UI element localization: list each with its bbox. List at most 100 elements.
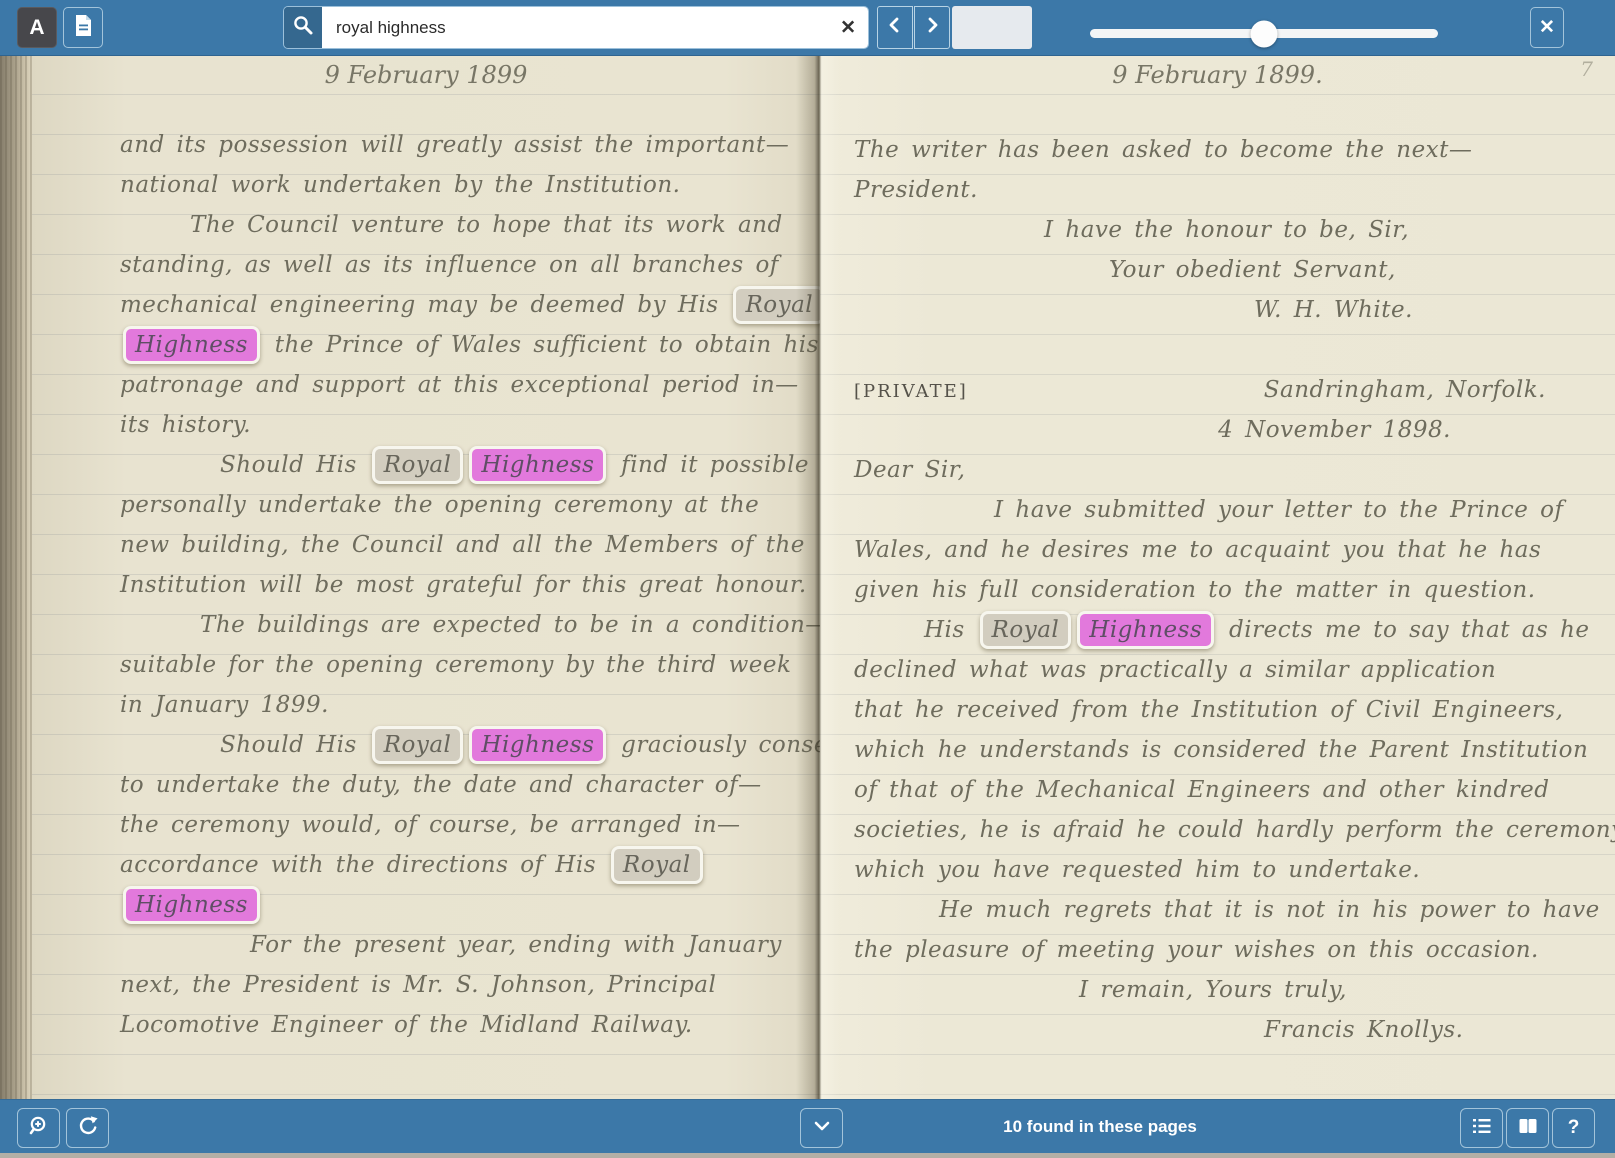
manuscript-line: suitable for the opening ceremony by the…: [120, 645, 814, 685]
manuscript-line: The Council venture to hope that its wor…: [120, 205, 814, 245]
next-result-button[interactable]: [914, 6, 950, 49]
document-view-button[interactable]: [63, 7, 103, 48]
manuscript-line: I have submitted your letter to the Prin…: [854, 490, 1571, 530]
manuscript-line: For the present year, ending with Januar…: [120, 925, 814, 965]
manuscript-text: Wales, and he desires me to acquaint you…: [854, 537, 1541, 563]
search-highlight-pink[interactable]: Highness: [469, 726, 606, 764]
manuscript-line: of that of the Mechanical Engineers and …: [854, 770, 1571, 810]
index-list-button[interactable]: [1460, 1108, 1503, 1148]
manuscript-text: W. H. White.: [1254, 297, 1413, 323]
manuscript-line: which you have requested him to undertak…: [854, 850, 1571, 890]
manuscript-line: the ceremony would, of course, be arrang…: [120, 805, 814, 845]
search-input[interactable]: [322, 7, 868, 48]
zoom-slider[interactable]: [1090, 29, 1438, 38]
manuscript-text: [PRIVATE]: [854, 372, 968, 412]
manuscript-text: Institution will be most grateful for th…: [120, 572, 807, 598]
window-bottom-edge: [0, 1153, 1615, 1158]
manuscript-line: that he received from the Institution of…: [854, 690, 1571, 730]
manuscript-text: the ceremony would, of course, be arrang…: [120, 812, 741, 838]
manuscript-text: standing, as well as its influence on al…: [120, 252, 779, 278]
manuscript-text: Francis Knollys.: [1264, 1017, 1464, 1043]
page-date-heading: 9 February 1899: [32, 55, 820, 95]
search-highlight-gray[interactable]: Royal: [733, 286, 820, 324]
top-toolbar: A ✕: [0, 0, 1615, 56]
manuscript-text: next, the President is Mr. S. Johnson, P…: [120, 972, 716, 998]
search-group: ✕: [283, 6, 869, 49]
search-highlight-pink[interactable]: Highness: [123, 326, 260, 364]
manuscript-text: I have submitted your letter to the Prin…: [994, 497, 1563, 523]
clear-search-icon[interactable]: ✕: [840, 18, 856, 37]
manuscript-line: The buildings are expected to be in a co…: [120, 605, 814, 645]
manuscript-text: The Council venture to hope that its wor…: [190, 212, 783, 238]
manuscript-text: of that of the Mechanical Engineers and …: [854, 777, 1550, 803]
manuscript-text: The buildings are expected to be in a co…: [200, 612, 820, 638]
chevron-left-icon: [886, 15, 904, 40]
previous-result-button[interactable]: [877, 6, 913, 49]
manuscript-text: find it possible to—: [609, 452, 820, 478]
manuscript-text: new building, the Council and all the Me…: [120, 532, 805, 558]
manuscript-left-page: 9 February 1899 and its possession will …: [32, 55, 820, 1100]
manuscript-line: personally undertake the opening ceremon…: [120, 485, 814, 525]
manuscript-text: which you have requested him to undertak…: [854, 857, 1420, 883]
manuscript-text: to undertake the duty, the date and char…: [120, 772, 762, 798]
manuscript-line: 4 November 1898.: [854, 410, 1571, 450]
manuscript-text: that he received from the Institution of…: [854, 697, 1564, 723]
manuscript-text: patronage and support at this exceptiona…: [120, 372, 799, 398]
manuscript-text: Should His: [220, 452, 369, 478]
manuscript-text: and its possession will greatly assist t…: [120, 132, 789, 158]
manuscript-text: Should His: [220, 732, 369, 758]
manuscript-text: the pleasure of meeting your wishes on t…: [854, 937, 1539, 963]
manuscript-text: 4 November 1898.: [1218, 410, 1451, 450]
page-date-heading: 9 February 1899.: [820, 55, 1615, 95]
zoom-in-icon: [28, 1115, 50, 1142]
manuscript-line: Highness the Prince of Wales sufficient …: [120, 325, 814, 365]
search-highlight-gray[interactable]: Royal: [980, 611, 1072, 649]
search-highlight-pink[interactable]: Highness: [1077, 611, 1214, 649]
manuscript-text: personally undertake the opening ceremon…: [120, 492, 759, 518]
manuscript-text: mechanical engineering may be deemed by …: [120, 292, 730, 318]
manuscript-line: Should His RoyalHighness find it possibl…: [120, 445, 814, 485]
page-area[interactable]: 9 February 1899 and its possession will …: [0, 55, 1615, 1100]
manuscript-line: Your obedient Servant,: [854, 250, 1571, 290]
manuscript-text: societies, he is afraid he could hardly …: [854, 817, 1615, 843]
manuscript-line: He much regrets that it is not in his po…: [854, 890, 1571, 930]
search-highlight-pink[interactable]: Highness: [123, 886, 260, 924]
page-body: The writer has been asked to become the …: [820, 130, 1615, 1050]
two-page-view-button[interactable]: [1506, 1108, 1549, 1148]
close-search-button[interactable]: ✕: [1530, 7, 1564, 48]
book-spread-icon: [1517, 1116, 1539, 1141]
search-highlight-gray[interactable]: Royal: [372, 446, 464, 484]
manuscript-text: suitable for the opening ceremony by the…: [120, 652, 791, 678]
search-highlight-pink[interactable]: Highness: [469, 446, 606, 484]
manuscript-text: Sandringham, Norfolk.: [1264, 370, 1546, 410]
manuscript-text: I have the honour to be, Sir,: [1044, 217, 1409, 243]
manuscript-line: [PRIVATE] Sandringham, Norfolk.: [854, 370, 1571, 410]
zoom-in-button[interactable]: [17, 1108, 60, 1148]
manuscript-line: I remain, Yours truly,: [854, 970, 1571, 1010]
help-button[interactable]: ?: [1552, 1108, 1595, 1148]
manuscript-text: national work undertaken by the Institut…: [120, 172, 680, 198]
results-found-label: 10 found in these pages: [985, 1100, 1215, 1153]
zoom-slider-thumb[interactable]: [1251, 20, 1278, 47]
search-result-counter: [952, 6, 1032, 49]
search-highlight-gray[interactable]: Royal: [372, 726, 464, 764]
search-button[interactable]: [284, 7, 322, 48]
manuscript-line: standing, as well as its influence on al…: [120, 245, 814, 285]
manuscript-line: President.: [854, 170, 1571, 210]
document-icon: [74, 14, 93, 42]
manuscript-line: [854, 330, 1571, 370]
list-icon: [1471, 1116, 1493, 1141]
manuscript-line: The writer has been asked to become the …: [854, 130, 1571, 170]
rotate-icon-button[interactable]: [66, 1108, 109, 1148]
text-mode-icon: A: [29, 16, 44, 40]
manuscript-text: its history.: [120, 412, 251, 438]
search-icon: [292, 14, 314, 41]
manuscript-line: Dear Sir,: [854, 450, 1571, 490]
manuscript-text: For the present year, ending with Januar…: [250, 932, 782, 958]
text-mode-button[interactable]: A: [17, 7, 57, 48]
search-highlight-gray[interactable]: Royal: [611, 846, 703, 884]
manuscript-line: Locomotive Engineer of the Midland Railw…: [120, 1005, 814, 1045]
manuscript-line: His RoyalHighness directs me to say that…: [854, 610, 1571, 650]
manuscript-line: which he understands is considered the P…: [854, 730, 1571, 770]
collapse-search-results-button[interactable]: [800, 1108, 843, 1148]
